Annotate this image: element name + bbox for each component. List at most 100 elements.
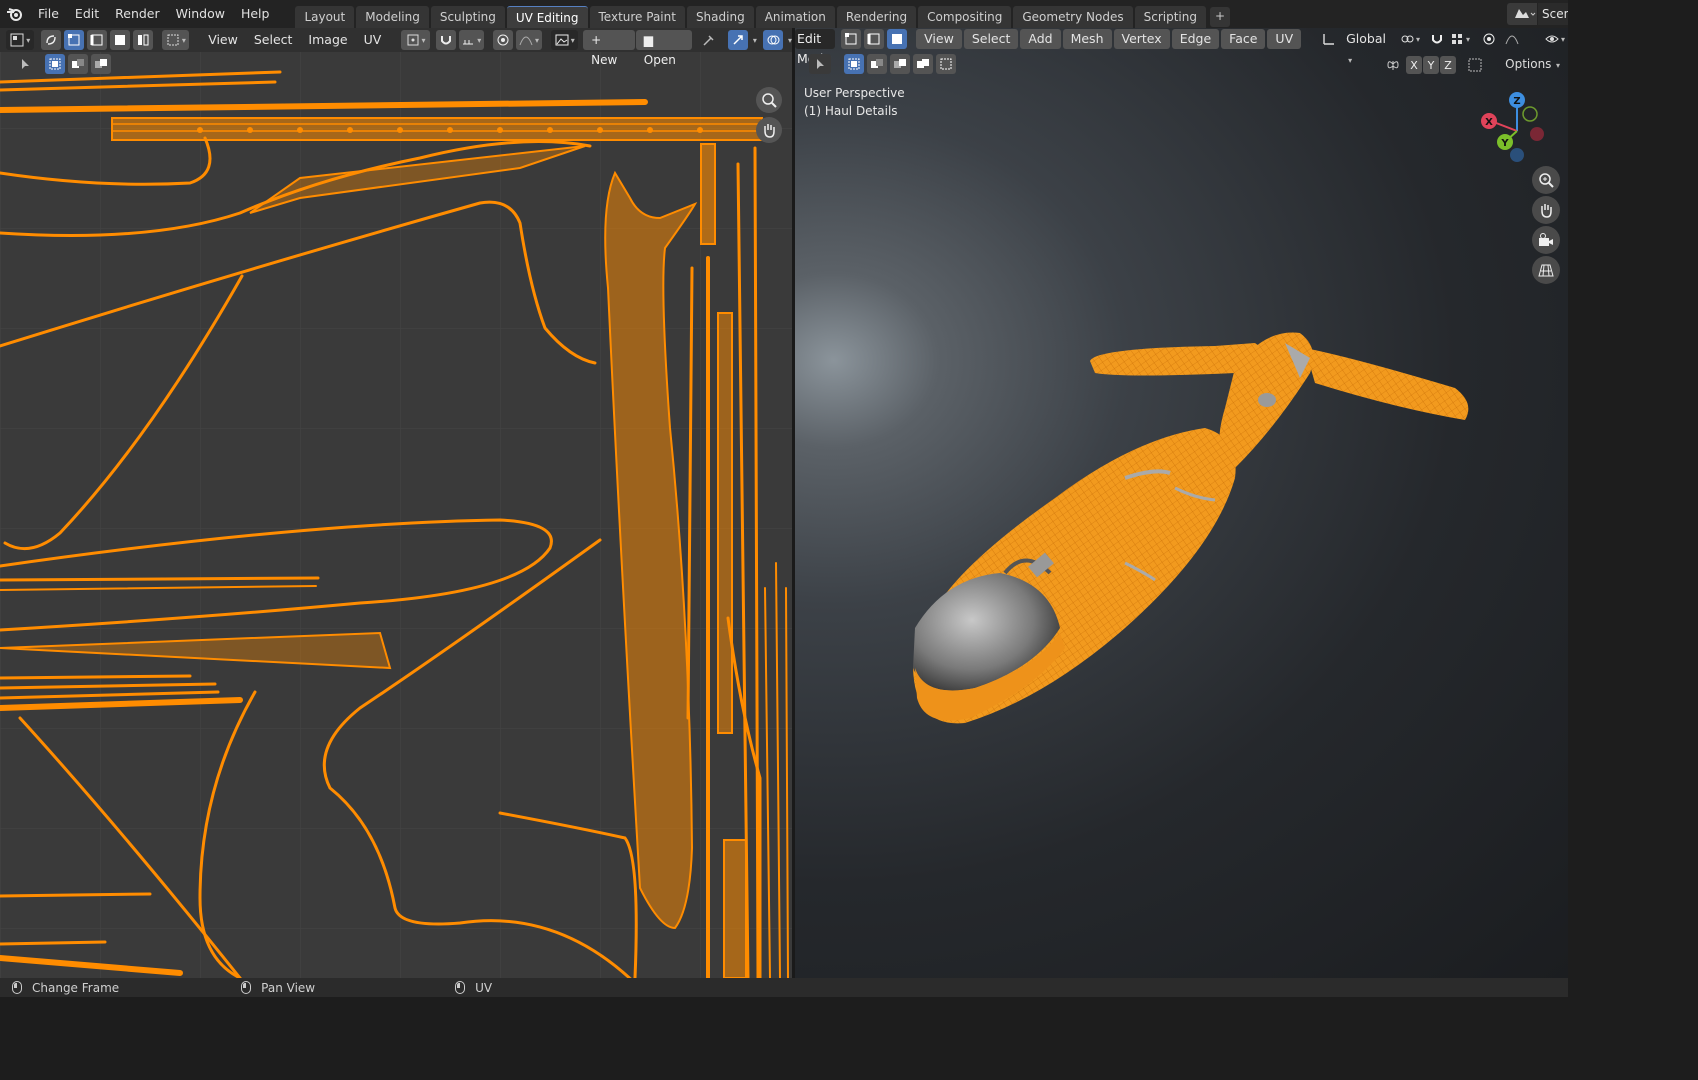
- new-image-button[interactable]: + New: [583, 30, 635, 67]
- model-graphic: [913, 332, 1469, 724]
- edge-select-icon: [90, 34, 103, 46]
- vertex-select-icon: [68, 34, 80, 46]
- mesh-edge-select-button[interactable]: [864, 29, 885, 49]
- uv-edge-select-button[interactable]: [87, 30, 108, 50]
- pivot-point-dropdown[interactable]: ▾: [1400, 29, 1420, 49]
- pin-button[interactable]: [699, 30, 719, 50]
- mesh-face-select-button[interactable]: [887, 29, 908, 49]
- zoom-gizmo[interactable]: [756, 87, 782, 113]
- uv-canvas[interactable]: [0, 52, 792, 978]
- options-dropdown[interactable]: Options ▾: [1505, 57, 1560, 71]
- zoom-button[interactable]: [1532, 166, 1560, 194]
- snap-target-dropdown[interactable]: ▾: [1450, 29, 1470, 49]
- select-mode-subtract-button[interactable]: [91, 54, 111, 74]
- tab-scripting[interactable]: Scripting: [1134, 6, 1206, 28]
- camera-view-button[interactable]: [1532, 226, 1560, 254]
- open-image-label: Open: [643, 53, 676, 67]
- select-mode-invert-button[interactable]: [913, 54, 933, 74]
- vp-menu-view[interactable]: View: [916, 29, 962, 49]
- vp-menu-add[interactable]: Add: [1020, 29, 1061, 49]
- uv-face-select-button[interactable]: [110, 30, 131, 50]
- vp-menu-select[interactable]: Select: [963, 29, 1019, 49]
- mirror-x-toggle[interactable]: X: [1406, 56, 1422, 74]
- vp-menu-vertex[interactable]: Vertex: [1113, 29, 1170, 49]
- editor-type-selector[interactable]: ▾: [6, 30, 35, 50]
- scene-icon[interactable]: [1507, 3, 1537, 25]
- tab-shading[interactable]: Shading: [686, 6, 754, 28]
- uv-menu-uv[interactable]: UV: [356, 30, 390, 50]
- select-mode-extend-button[interactable]: [867, 54, 887, 74]
- select-tool-button[interactable]: [14, 54, 36, 74]
- tab-modeling[interactable]: Modeling: [356, 6, 429, 28]
- neg-x-axis-handle[interactable]: [1530, 127, 1544, 141]
- select-mode-intersect-button[interactable]: [936, 54, 956, 74]
- vp-menu-edge[interactable]: Edge: [1171, 29, 1220, 49]
- open-image-button[interactable]: ▆ Open: [635, 30, 692, 67]
- neg-z-axis-handle[interactable]: [1510, 148, 1524, 162]
- mirror-z-toggle[interactable]: Z: [1440, 56, 1456, 74]
- uv-editor-area[interactable]: ▾ ▾ View Select Image UV ▾ ▾ ▾ ▾ + New ▆…: [0, 28, 792, 978]
- transform-orientation-dropdown[interactable]: Global ▾: [1342, 29, 1390, 65]
- sync-selection-toggle[interactable]: [41, 30, 62, 50]
- tab-sculpting[interactable]: Sculpting: [430, 6, 505, 28]
- tab-texture-paint[interactable]: Texture Paint: [589, 6, 685, 28]
- tab-animation[interactable]: Animation: [755, 6, 835, 28]
- uv-menu-view[interactable]: View: [200, 30, 246, 50]
- select-mode-new-button[interactable]: [45, 54, 65, 74]
- mesh-vertex-select-button[interactable]: [841, 29, 862, 49]
- select-mode-subtract-button[interactable]: [890, 54, 910, 74]
- menu-edit[interactable]: Edit: [67, 0, 107, 28]
- select-mode-new-button[interactable]: [844, 54, 864, 74]
- add-workspace-button[interactable]: +: [1209, 7, 1230, 27]
- vp-menu-face[interactable]: Face: [1221, 29, 1266, 49]
- menu-window[interactable]: Window: [168, 0, 233, 28]
- navigation-axis-gizmo[interactable]: Z X Y: [1476, 90, 1558, 172]
- interaction-mode-dropdown[interactable]: Edit Mode ▾: [795, 29, 836, 66]
- overlay-toggle[interactable]: [762, 30, 783, 50]
- 3d-viewport[interactable]: Edit Mode ▾ View Select Add Mesh Vertex …: [795, 28, 1568, 978]
- select-tool-button[interactable]: [809, 54, 831, 74]
- pan-button[interactable]: [1532, 196, 1560, 224]
- menu-render[interactable]: Render: [107, 0, 168, 28]
- uv-tool-settings: [14, 54, 114, 74]
- uv-island-select-button[interactable]: [133, 30, 154, 50]
- proportional-editing-toggle[interactable]: [1479, 29, 1499, 49]
- mirror-y-toggle[interactable]: Y: [1423, 56, 1439, 74]
- uv-vertex-select-button[interactable]: [64, 30, 85, 50]
- tab-geometry-nodes[interactable]: Geometry Nodes: [1013, 6, 1133, 28]
- menu-file[interactable]: File: [30, 0, 67, 28]
- tab-compositing[interactable]: Compositing: [918, 6, 1012, 28]
- tab-uv-editing[interactable]: UV Editing: [506, 6, 588, 28]
- scene-name[interactable]: Scen: [1538, 3, 1568, 25]
- mouse-middle-icon: [241, 981, 252, 994]
- visibility-dropdown[interactable]: ▾: [1545, 29, 1565, 49]
- tab-rendering[interactable]: Rendering: [836, 6, 917, 28]
- gizmo-toggle[interactable]: [727, 30, 748, 50]
- pan-gizmo[interactable]: [756, 117, 782, 143]
- pivot-point-dropdown[interactable]: ▾: [401, 30, 430, 50]
- select-mode-extend-button[interactable]: [68, 54, 88, 74]
- falloff-dropdown[interactable]: [1502, 29, 1522, 49]
- viewport-navigation-buttons: [1532, 166, 1560, 286]
- sticky-selection-dropdown[interactable]: ▾: [162, 30, 190, 50]
- uv-editor-header: ▾ ▾ View Select Image UV ▾ ▾ ▾ ▾ + New ▆…: [0, 28, 792, 67]
- neg-y-axis-handle[interactable]: [1522, 106, 1538, 122]
- proportional-editing-toggle[interactable]: [492, 30, 513, 50]
- tab-layout[interactable]: Layout: [295, 6, 355, 28]
- sticky-select-icon: [167, 34, 179, 46]
- image-browse-dropdown[interactable]: ▾: [551, 30, 579, 50]
- scene-selector[interactable]: Scen: [1507, 3, 1568, 25]
- auto-merge-icon[interactable]: [1467, 57, 1483, 73]
- gizmo-dropdown-chevron-icon[interactable]: ▾: [753, 36, 757, 45]
- blender-logo-icon[interactable]: [0, 0, 30, 28]
- perspective-toggle-button[interactable]: [1532, 256, 1560, 284]
- uv-menu-image[interactable]: Image: [300, 30, 355, 50]
- uv-menu-select[interactable]: Select: [246, 30, 301, 50]
- snap-toggle[interactable]: [1427, 29, 1447, 49]
- snap-target-dropdown[interactable]: ▾: [458, 30, 484, 50]
- vp-menu-uv[interactable]: UV: [1267, 29, 1302, 49]
- falloff-dropdown[interactable]: ▾: [515, 30, 543, 50]
- menu-help[interactable]: Help: [233, 0, 278, 28]
- snap-toggle[interactable]: [435, 30, 456, 50]
- vp-menu-mesh[interactable]: Mesh: [1062, 29, 1112, 49]
